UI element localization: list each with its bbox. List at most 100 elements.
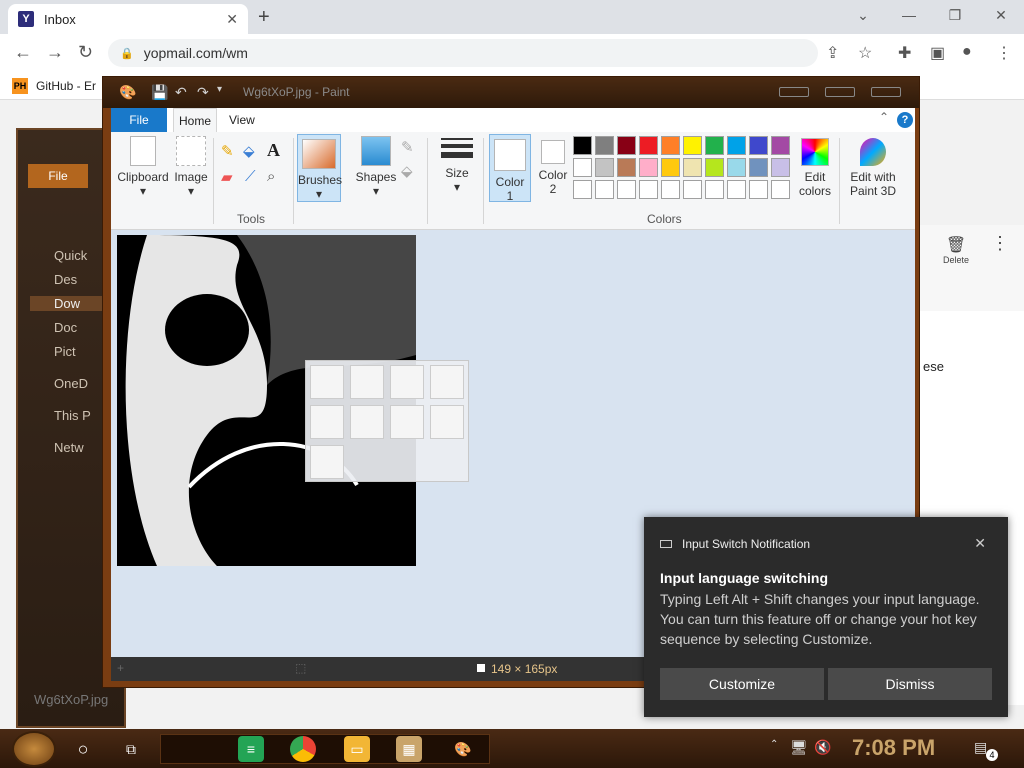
brush-option[interactable] bbox=[390, 365, 424, 399]
palette-swatch[interactable] bbox=[771, 136, 790, 155]
start-button[interactable] bbox=[12, 731, 56, 767]
help-icon[interactable]: ? bbox=[897, 112, 913, 128]
outline-icon[interactable]: ✎ bbox=[401, 138, 414, 156]
sheets-app-icon[interactable]: ≡ bbox=[238, 736, 264, 762]
taskbar-clock[interactable]: 7:08 PM bbox=[852, 735, 935, 761]
restore-icon[interactable]: ❐ bbox=[932, 0, 978, 30]
nav-pictures[interactable]: Pict bbox=[54, 344, 76, 359]
palette-swatch[interactable] bbox=[749, 136, 768, 155]
delete-button[interactable]: 🗑 Delete bbox=[943, 235, 969, 265]
dismiss-button[interactable]: Dismiss bbox=[828, 668, 992, 700]
reload-icon[interactable]: ↻ bbox=[78, 42, 93, 63]
palette-swatch[interactable] bbox=[705, 158, 724, 177]
show-hidden-icons-icon[interactable]: ⌃ bbox=[770, 739, 778, 750]
paint-app-taskbar-icon[interactable]: 🎨 bbox=[450, 736, 476, 762]
palette-swatch[interactable] bbox=[771, 158, 790, 177]
palette-swatch[interactable] bbox=[661, 180, 680, 199]
palette-swatch[interactable] bbox=[683, 180, 702, 199]
back-icon[interactable]: ← bbox=[14, 42, 32, 63]
palette-swatch[interactable] bbox=[573, 158, 592, 177]
brush-option[interactable] bbox=[390, 405, 424, 439]
brush-option[interactable] bbox=[310, 365, 344, 399]
paint-close-icon[interactable] bbox=[871, 87, 901, 97]
edit-paint3d-button[interactable]: Edit with Paint 3D bbox=[845, 138, 901, 198]
extensions-icon[interactable]: ✚ bbox=[898, 43, 911, 63]
palette-swatch[interactable] bbox=[573, 180, 592, 199]
palette-swatch[interactable] bbox=[595, 136, 614, 155]
text-icon[interactable]: A bbox=[267, 140, 280, 161]
shape-fill-icon[interactable]: ⬙ bbox=[401, 162, 413, 180]
brushes-button[interactable]: Brushes ▾ bbox=[297, 134, 342, 202]
palette-swatch[interactable] bbox=[617, 180, 636, 199]
volume-muted-icon[interactable]: 🔇 bbox=[814, 739, 831, 756]
palette-swatch[interactable] bbox=[617, 136, 636, 155]
paint-maximize-icon[interactable] bbox=[825, 87, 855, 97]
palette-swatch[interactable] bbox=[639, 180, 658, 199]
nav-this-pc[interactable]: This P bbox=[54, 408, 91, 423]
undo-icon[interactable]: ↶ bbox=[175, 84, 187, 101]
customize-qat-icon[interactable]: ▾ bbox=[217, 84, 222, 95]
tab-view[interactable]: View bbox=[229, 108, 255, 132]
palette-swatch[interactable] bbox=[749, 158, 768, 177]
color2-button[interactable]: Color 2 bbox=[535, 140, 571, 196]
palette-swatch[interactable] bbox=[573, 136, 592, 155]
palette-swatch[interactable] bbox=[595, 180, 614, 199]
palette-swatch[interactable] bbox=[727, 158, 746, 177]
palette-swatch[interactable] bbox=[661, 158, 680, 177]
redo-icon[interactable]: ↷ bbox=[197, 84, 209, 101]
cortana-icon[interactable]: ○ bbox=[70, 736, 96, 762]
chrome-app-icon[interactable] bbox=[290, 736, 316, 762]
share-icon[interactable]: ⇪ bbox=[826, 43, 839, 63]
forward-icon[interactable]: → bbox=[46, 42, 64, 63]
image-button[interactable]: Image ▾ bbox=[173, 136, 209, 198]
minimize-icon[interactable]: — bbox=[886, 0, 932, 30]
palette-swatch[interactable] bbox=[617, 158, 636, 177]
profile-icon[interactable]: ● bbox=[962, 43, 972, 61]
network-icon[interactable]: 🖥 bbox=[790, 739, 808, 756]
fill-icon[interactable]: ⬙ bbox=[243, 142, 255, 160]
tab-close-icon[interactable]: ✕ bbox=[226, 11, 238, 28]
nav-documents[interactable]: Doc bbox=[54, 320, 77, 335]
brush-option[interactable] bbox=[350, 365, 384, 399]
brush-option[interactable] bbox=[430, 405, 464, 439]
tab-file[interactable]: File bbox=[111, 108, 167, 132]
paint-minimize-icon[interactable] bbox=[779, 87, 809, 97]
size-button[interactable]: Size ▾ bbox=[437, 138, 477, 194]
palette-swatch[interactable] bbox=[683, 158, 702, 177]
eraser-icon[interactable]: ▰ bbox=[221, 168, 233, 186]
bookmark-star-icon[interactable]: ☆ bbox=[858, 43, 872, 63]
brush-option[interactable] bbox=[310, 405, 344, 439]
nav-desktop[interactable]: Des bbox=[54, 272, 77, 287]
palette-swatch[interactable] bbox=[639, 136, 658, 155]
collapse-ribbon-icon[interactable]: ⌃ bbox=[879, 110, 889, 124]
browser-tab[interactable]: Y Inbox ✕ bbox=[8, 4, 248, 34]
magnifier-icon[interactable]: ⌕ bbox=[267, 168, 275, 185]
tab-search-icon[interactable]: ⌄ bbox=[840, 0, 886, 30]
brush-option[interactable] bbox=[310, 445, 344, 479]
tab-home[interactable]: Home bbox=[173, 108, 217, 132]
palette-swatch[interactable] bbox=[705, 136, 724, 155]
palette-swatch[interactable] bbox=[661, 136, 680, 155]
edit-colors-button[interactable]: Edit colors bbox=[795, 138, 835, 198]
menu-icon[interactable]: ⋮ bbox=[996, 43, 1012, 63]
palette-swatch[interactable] bbox=[705, 180, 724, 199]
color-picker-icon[interactable]: ⟋ bbox=[245, 168, 256, 185]
nav-quick-access[interactable]: Quick bbox=[54, 248, 87, 263]
close-window-icon[interactable]: ✕ bbox=[978, 0, 1024, 30]
brush-option[interactable] bbox=[350, 405, 384, 439]
shapes-button[interactable]: Shapes ▾ bbox=[353, 136, 399, 198]
palette-swatch[interactable] bbox=[595, 158, 614, 177]
color1-button[interactable]: Color 1 bbox=[489, 134, 531, 203]
palette-swatch[interactable] bbox=[639, 158, 658, 177]
brush-option[interactable] bbox=[430, 365, 464, 399]
image-app-icon[interactable]: ▦ bbox=[396, 736, 422, 762]
new-tab-icon[interactable]: + bbox=[258, 6, 270, 29]
customize-button[interactable]: Customize bbox=[660, 668, 824, 700]
pencil-icon[interactable]: ✎ bbox=[221, 142, 234, 160]
side-panel-icon[interactable]: ▣ bbox=[930, 43, 945, 63]
more-icon[interactable]: ⋮ bbox=[991, 233, 1009, 254]
notification-close-icon[interactable]: ✕ bbox=[974, 535, 986, 552]
palette-swatch[interactable] bbox=[749, 180, 768, 199]
palette-swatch[interactable] bbox=[727, 180, 746, 199]
palette-swatch[interactable] bbox=[683, 136, 702, 155]
